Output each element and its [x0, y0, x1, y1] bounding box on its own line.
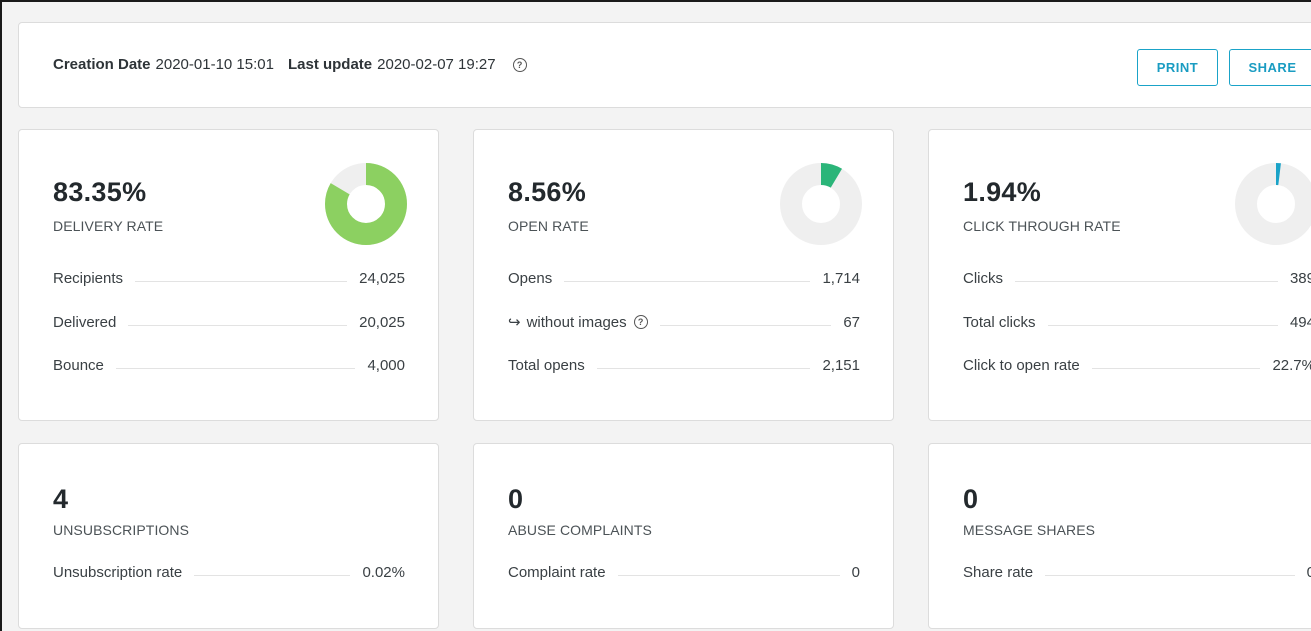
leader-line [659, 324, 832, 326]
leader-line [1091, 367, 1261, 369]
stat-row-unsubscription-rate: Unsubscription rate 0.02% [53, 562, 405, 582]
leader-line [596, 367, 811, 369]
stat-value: 2,151 [822, 356, 860, 374]
stat-label: Click to open rate [963, 356, 1080, 374]
stat-row-total-opens: Total opens 2,151 [508, 355, 860, 375]
last-update-value: 2020-02-07 19:27 [377, 56, 496, 73]
open-rate-card: 8.56% OPEN RATE Opens 1,714 ↪ without im… [473, 129, 894, 421]
stat-row-complaint-rate: Complaint rate 0 [508, 562, 860, 582]
leader-line [115, 367, 356, 369]
creation-date-label: Creation Date [53, 56, 151, 73]
leader-line [135, 280, 348, 282]
help-circle-icon[interactable]: ? [633, 315, 648, 329]
leader-line [1045, 574, 1295, 576]
report-viewport: Creation Date 2020-01-10 15:01 Last upda… [0, 0, 1311, 631]
stat-label-with-icon: ↪ without images ? [508, 313, 648, 331]
abuse-complaints-card: 0 ABUSE COMPLAINTS Complaint rate 0 [473, 443, 894, 629]
report-dates: Creation Date 2020-01-10 15:01 Last upda… [53, 56, 527, 73]
leader-line [194, 574, 351, 576]
open-rate-value: 8.56% [508, 177, 587, 207]
stat-label: without images [526, 313, 627, 331]
stat-label: Complaint rate [508, 563, 606, 581]
stat-value: 494 [1289, 313, 1311, 331]
unsubscriptions-card: 4 UNSUBSCRIPTIONS Unsubscription rate 0.… [18, 443, 439, 629]
stat-label: Opens [508, 269, 553, 287]
stat-value: 67 [843, 313, 860, 331]
stat-value: 389 [1289, 269, 1311, 287]
stat-value: 0 [851, 563, 860, 581]
stat-row-opens: Opens 1,714 [508, 268, 860, 288]
unsubscriptions-caption: UNSUBSCRIPTIONS [53, 522, 190, 538]
delivery-rate-caption: DELIVERY RATE [53, 218, 164, 234]
help-circle-icon[interactable]: ? [512, 57, 527, 72]
abuse-complaints-value: 0 [508, 484, 524, 514]
stat-value: 0 [1307, 564, 1311, 581]
leader-line [564, 280, 811, 282]
stat-label: Total opens [508, 356, 585, 374]
message-shares-caption: MESSAGE SHARES [963, 522, 1096, 538]
stat-label: Unsubscription rate [53, 563, 183, 581]
delivery-rate-value: 83.35% [53, 177, 147, 207]
leader-line [128, 324, 348, 326]
click-rate-card: 1.94% CLICK THROUGH RATE Clicks 389 Tota… [928, 129, 1311, 421]
stat-row-total-clicks: Total clicks 494 [963, 312, 1311, 332]
creation-date-value: 2020-01-10 15:01 [155, 56, 274, 73]
message-shares-card: 0 MESSAGE SHARES Share rate 0 [928, 443, 1311, 629]
last-update-label: Last update [287, 56, 373, 73]
stat-value: 20,025 [359, 313, 405, 331]
return-arrow-icon: ↪ [508, 314, 521, 331]
leader-line [1047, 324, 1278, 326]
stat-row-without-images: ↪ without images ? 67 [508, 312, 860, 332]
delivery-rate-card: 83.35% DELIVERY RATE Recipients 24,025 D… [18, 129, 439, 421]
message-shares-value: 0 [963, 484, 979, 514]
stat-row-click-to-open: Click to open rate 22.7% [963, 355, 1311, 375]
click-rate-donut [1235, 163, 1311, 245]
abuse-complaints-caption: ABUSE COMPLAINTS [508, 522, 652, 538]
stat-label: Total clicks [963, 313, 1036, 331]
leader-line [1015, 280, 1278, 282]
report-header-bar: Creation Date 2020-01-10 15:01 Last upda… [18, 22, 1311, 108]
stat-row-bounce: Bounce 4,000 [53, 355, 405, 375]
stat-row-delivered: Delivered 20,025 [53, 312, 405, 332]
stat-label: Bounce [53, 356, 104, 374]
stat-label: Share rate [963, 563, 1034, 581]
open-rate-donut [780, 163, 862, 245]
stat-label: Delivered [53, 313, 117, 331]
stat-row-recipients: Recipients 24,025 [53, 268, 405, 288]
stat-value: 1,714 [822, 269, 860, 287]
stat-value: 0.02% [362, 563, 405, 581]
leader-line [617, 574, 840, 576]
stat-value: 24,025 [359, 269, 405, 287]
click-rate-value: 1.94% [963, 177, 1042, 207]
open-rate-caption: OPEN RATE [508, 218, 589, 234]
delivery-rate-donut [325, 163, 407, 245]
unsubscriptions-value: 4 [53, 484, 69, 514]
stat-label: Recipients [53, 269, 124, 287]
share-button[interactable]: SHARE [1229, 49, 1311, 86]
stat-label: Clicks [963, 269, 1003, 287]
stat-row-clicks: Clicks 389 [963, 268, 1311, 288]
stat-value: 4,000 [367, 356, 405, 374]
click-rate-caption: CLICK THROUGH RATE [963, 218, 1121, 234]
print-button[interactable]: PRINT [1137, 49, 1218, 86]
stat-row-share-rate: Share rate 0 [963, 562, 1311, 582]
stat-value: 22.7% [1272, 356, 1311, 374]
